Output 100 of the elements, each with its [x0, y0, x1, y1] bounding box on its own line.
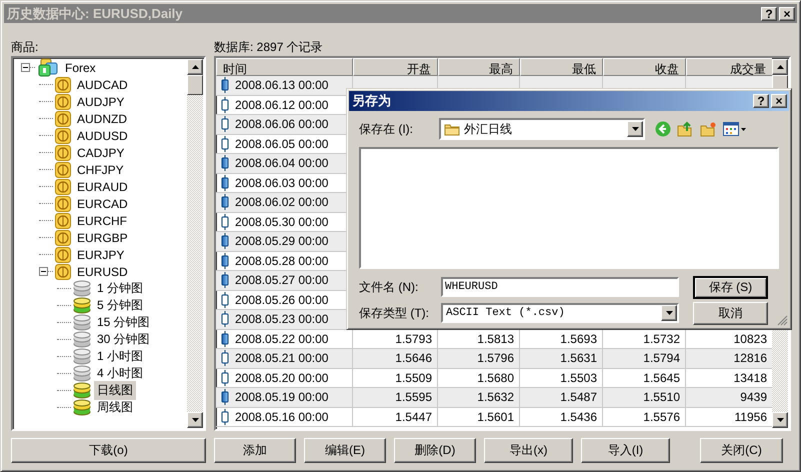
cancel-button[interactable]: 取消: [693, 302, 768, 324]
tree-item[interactable]: Forex: [62, 60, 99, 76]
tree-item[interactable]: EURGBP: [74, 230, 131, 246]
view-menu-icon[interactable]: [723, 121, 747, 137]
caret-icon: [632, 127, 638, 131]
scroll-down-button[interactable]: [187, 412, 203, 428]
tree-item[interactable]: 周线图: [94, 398, 136, 417]
table-cell: 2008.06.12 00:00: [235, 98, 328, 112]
tree-item[interactable]: EURCHF: [74, 212, 130, 228]
column-header[interactable]: 最低: [520, 58, 603, 76]
action-button[interactable]: 导出(x): [484, 438, 573, 463]
column-header[interactable]: 时间: [216, 58, 353, 76]
coin-icon: [55, 264, 71, 280]
tree-item[interactable]: 日线图: [94, 381, 136, 400]
action-button[interactable]: 导入(I): [581, 438, 670, 463]
coin-icon: [55, 128, 71, 144]
column-header[interactable]: 最高: [438, 58, 520, 76]
table-cell: 1.5794: [603, 349, 686, 368]
folder-stack-icon: [37, 58, 59, 78]
tree-item[interactable]: 4 小时图: [94, 364, 146, 383]
action-button[interactable]: 删除(D): [394, 438, 476, 463]
tree-item[interactable]: CADJPY: [74, 144, 128, 160]
table-cell: 1.5436: [520, 408, 603, 427]
help-button[interactable]: ?: [753, 94, 769, 108]
table-cell: 1.5632: [438, 388, 520, 408]
table-cell: 2008.06.06 00:00: [235, 117, 328, 132]
action-button[interactable]: 关闭(C): [700, 438, 783, 463]
coin-icon: [55, 162, 71, 178]
coin-icon: [55, 94, 71, 110]
table-cell: 2008.06.04 00:00: [235, 156, 328, 170]
symbol-tree[interactable]: Forex AUDCAD AUDJPY AUDNZD AUDUSD CADJPY CHFJPY EURAUD EURCAD EURCHF EURGBP EURJPY EURUSD 1 分钟图 5 分钟图 15 分钟图 30 分钟图 1 小时图 4 小时图 日线图 周线图: [11, 56, 206, 431]
action-button[interactable]: 添加: [214, 438, 296, 463]
collapse-icon[interactable]: [39, 267, 48, 276]
table-cell: 2008.05.21 00:00: [235, 351, 328, 366]
tree-item[interactable]: AUDUSD: [74, 128, 131, 144]
table-cell: 2008.05.28 00:00: [235, 254, 328, 268]
scroll-up-button[interactable]: [187, 59, 203, 75]
column-header[interactable]: 成交量: [686, 58, 772, 76]
tree-item[interactable]: AUDJPY: [74, 94, 128, 110]
table-cell: 1.5796: [438, 349, 520, 368]
close-button[interactable]: ×: [771, 94, 787, 108]
tree-item[interactable]: EURUSD: [74, 264, 131, 280]
table-cell: 1.5631: [520, 349, 603, 368]
coin-icon: [55, 144, 71, 160]
tree-item[interactable]: 30 分钟图: [94, 330, 153, 349]
file-type-value: ASCII Text (*.csv): [445, 307, 566, 319]
field-label: 文件名 (N):: [359, 278, 420, 296]
arrow-up-icon: [192, 65, 198, 69]
file-list[interactable]: [359, 147, 779, 269]
coin-icon: [55, 196, 71, 212]
scroll-up-button[interactable]: [772, 59, 788, 75]
table-cell: 2008.05.22 00:00: [235, 332, 328, 346]
save-button[interactable]: 保存 (S): [693, 276, 768, 298]
tree-item[interactable]: EURCAD: [74, 196, 131, 212]
action-button[interactable]: 编辑(E): [304, 438, 386, 463]
coin-icon: [55, 76, 71, 92]
tree-item[interactable]: EURAUD: [74, 178, 131, 194]
tree-item[interactable]: 1 小时图: [94, 347, 146, 366]
tree-item[interactable]: 15 分钟图: [94, 313, 153, 332]
tree-item[interactable]: AUDCAD: [74, 76, 131, 92]
scrollbar-thumb[interactable]: [187, 75, 203, 95]
table-cell: 2008.06.03 00:00: [235, 176, 328, 190]
dropdown-button[interactable]: [627, 121, 643, 137]
field-label: 保存在 (I):: [359, 120, 414, 138]
table-cell: 2008.05.27 00:00: [235, 273, 328, 288]
tree-item[interactable]: AUDNZD: [74, 110, 130, 126]
table-cell: 1.5487: [520, 388, 603, 408]
table-cell: 2008.05.16 00:00: [235, 410, 328, 424]
table-cell: 2008.06.05 00:00: [235, 136, 328, 151]
tree-item[interactable]: 5 分钟图: [94, 296, 146, 315]
coin-icon: [55, 246, 71, 262]
tree-item[interactable]: EURJPY: [74, 246, 128, 262]
field-label: 保存类型 (T):: [359, 304, 430, 322]
scroll-down-button[interactable]: [772, 412, 788, 428]
dropdown-button[interactable]: [661, 305, 677, 321]
column-header[interactable]: 开盘: [353, 58, 438, 76]
close-button[interactable]: ×: [779, 6, 795, 20]
coin-icon: [55, 230, 71, 246]
tree-item[interactable]: CHFJPY: [74, 162, 127, 178]
table-cell: 2008.05.29 00:00: [235, 234, 328, 248]
collapse-icon[interactable]: [21, 63, 30, 72]
folder-dropdown[interactable]: 外汇日线: [439, 118, 645, 140]
record-count: 数据库: 2897 个记录: [214, 39, 324, 55]
table-cell: 2008.05.20 00:00: [235, 370, 328, 385]
tree-item[interactable]: 1 分钟图: [94, 279, 146, 298]
back-icon[interactable]: [655, 121, 671, 137]
dialog-title: 另存为: [352, 92, 392, 110]
action-button[interactable]: 下载(o): [11, 438, 206, 463]
file-type-dropdown[interactable]: ASCII Text (*.csv): [441, 303, 679, 323]
coin-icon: [55, 212, 71, 228]
help-button[interactable]: ?: [761, 6, 777, 20]
table-cell: 2008.05.30 00:00: [235, 214, 328, 229]
panel-label: 商品:: [11, 39, 40, 55]
table-cell: 1.5595: [353, 388, 438, 408]
table-cell: 1.5447: [353, 408, 438, 427]
column-header[interactable]: 收盘: [603, 58, 686, 76]
file-name-field[interactable]: WHEURUSD: [441, 277, 679, 297]
resize-grip-icon[interactable]: [777, 315, 788, 326]
table-cell: 1.5646: [353, 349, 438, 368]
caret-icon: [192, 418, 198, 422]
